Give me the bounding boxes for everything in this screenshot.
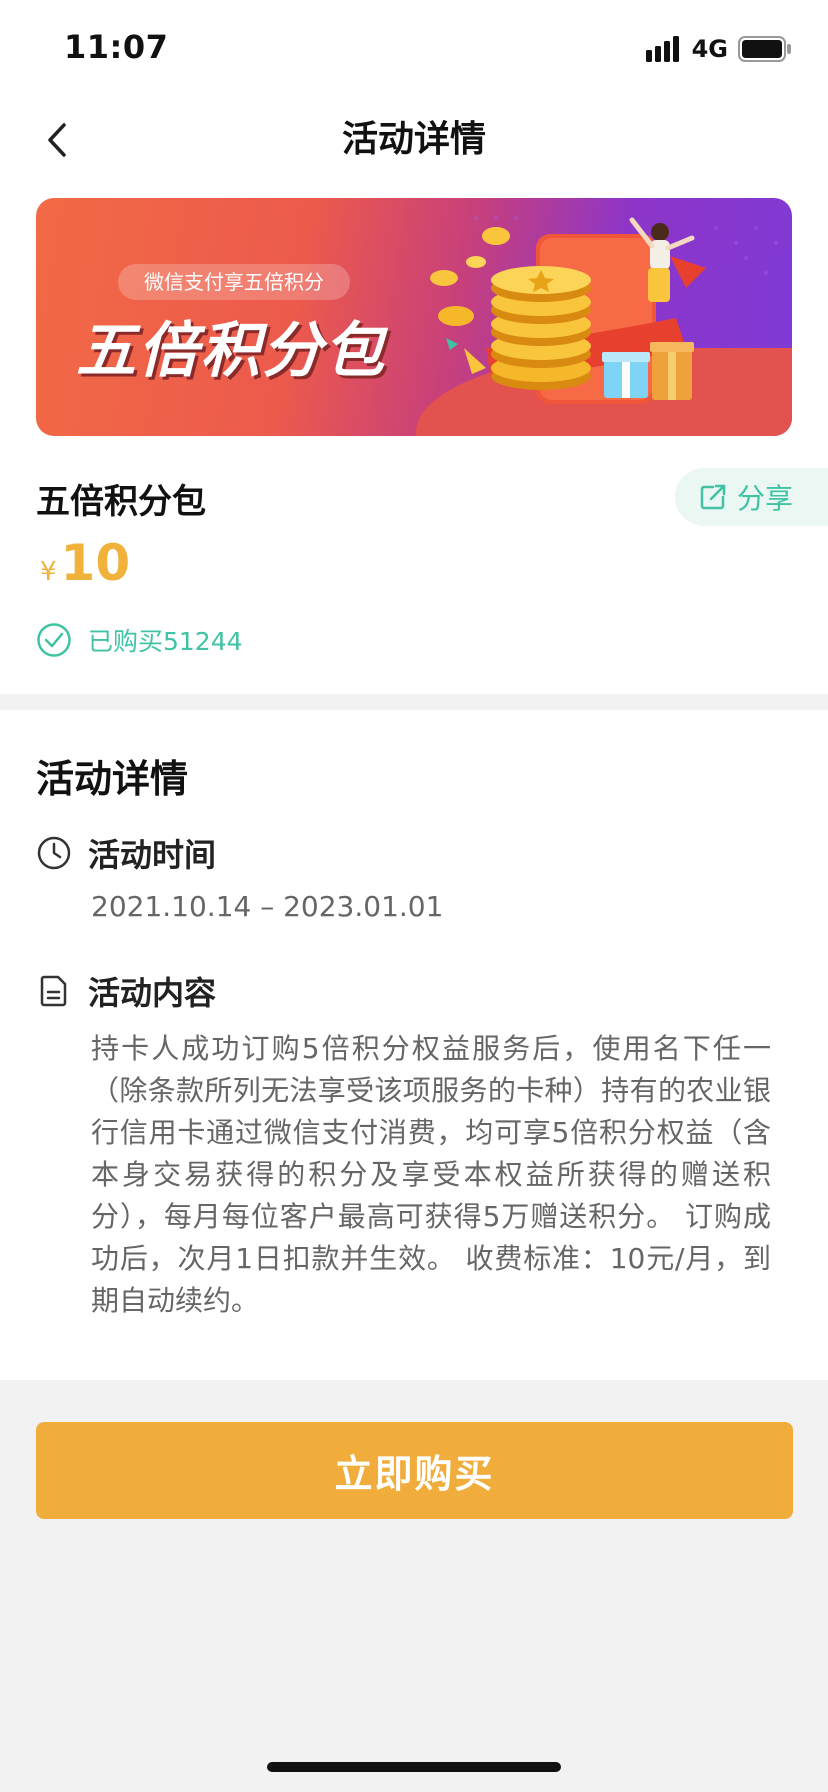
time-section-label: 活动时间 bbox=[88, 836, 217, 874]
status-indicators: 4G bbox=[645, 34, 792, 64]
status-bar: 11:07 4G bbox=[0, 0, 828, 98]
page-title: 活动详情 bbox=[341, 119, 486, 160]
banner-title: 五倍积分包 bbox=[76, 316, 386, 386]
share-button[interactable]: 分享 bbox=[675, 468, 828, 526]
share-icon bbox=[700, 484, 726, 510]
price: ¥ 10 bbox=[40, 534, 130, 592]
price-value: 10 bbox=[60, 534, 131, 592]
nav-bar: 活动详情 bbox=[0, 98, 828, 184]
content-section-header: 活动内容 bbox=[36, 968, 216, 1014]
time-section-header: 活动时间 bbox=[36, 830, 216, 876]
signal-icon bbox=[645, 36, 679, 62]
purchase-count-label: 已购买51244 bbox=[88, 627, 243, 656]
battery-icon bbox=[738, 36, 791, 62]
price-currency-symbol: ¥ bbox=[40, 557, 57, 587]
clock-icon bbox=[37, 836, 71, 870]
home-indicator[interactable] bbox=[267, 1762, 561, 1772]
details-heading: 活动详情 bbox=[36, 757, 189, 801]
promo-banner[interactable]: 微信支付享五倍积分 五倍积分包 bbox=[36, 198, 792, 436]
purchase-count: 已购买51244 bbox=[36, 622, 243, 658]
activity-content-text: 持卡人成功订购5倍积分权益服务后，使用名下任一（除条款所列无法享受该项服务的卡种… bbox=[91, 1032, 771, 1317]
product-title: 五倍积分包 bbox=[36, 482, 206, 522]
status-time: 11:07 bbox=[64, 28, 169, 66]
content-section-label: 活动内容 bbox=[88, 974, 217, 1012]
activity-time-value: 2021.10.14 – 2023.01.01 bbox=[91, 890, 444, 923]
check-circle-icon bbox=[37, 623, 71, 657]
share-label: 分享 bbox=[737, 482, 794, 515]
buy-now-label: 立即购买 bbox=[334, 1454, 495, 1496]
buy-now-button[interactable]: 立即购买 bbox=[36, 1422, 793, 1519]
details-card: 活动详情 活动时间 2021.10.14 – 2023.01.01 活动内容 持… bbox=[0, 710, 828, 1380]
document-icon bbox=[40, 975, 67, 1007]
banner-pill-text: 微信支付享五倍积分 bbox=[118, 264, 350, 300]
product-card: 微信支付享五倍积分 五倍积分包 五倍积分包 分享 ¥ 10 已购买51244 bbox=[0, 184, 828, 694]
network-label: 4G bbox=[691, 35, 728, 63]
coins-illustration bbox=[430, 216, 778, 404]
